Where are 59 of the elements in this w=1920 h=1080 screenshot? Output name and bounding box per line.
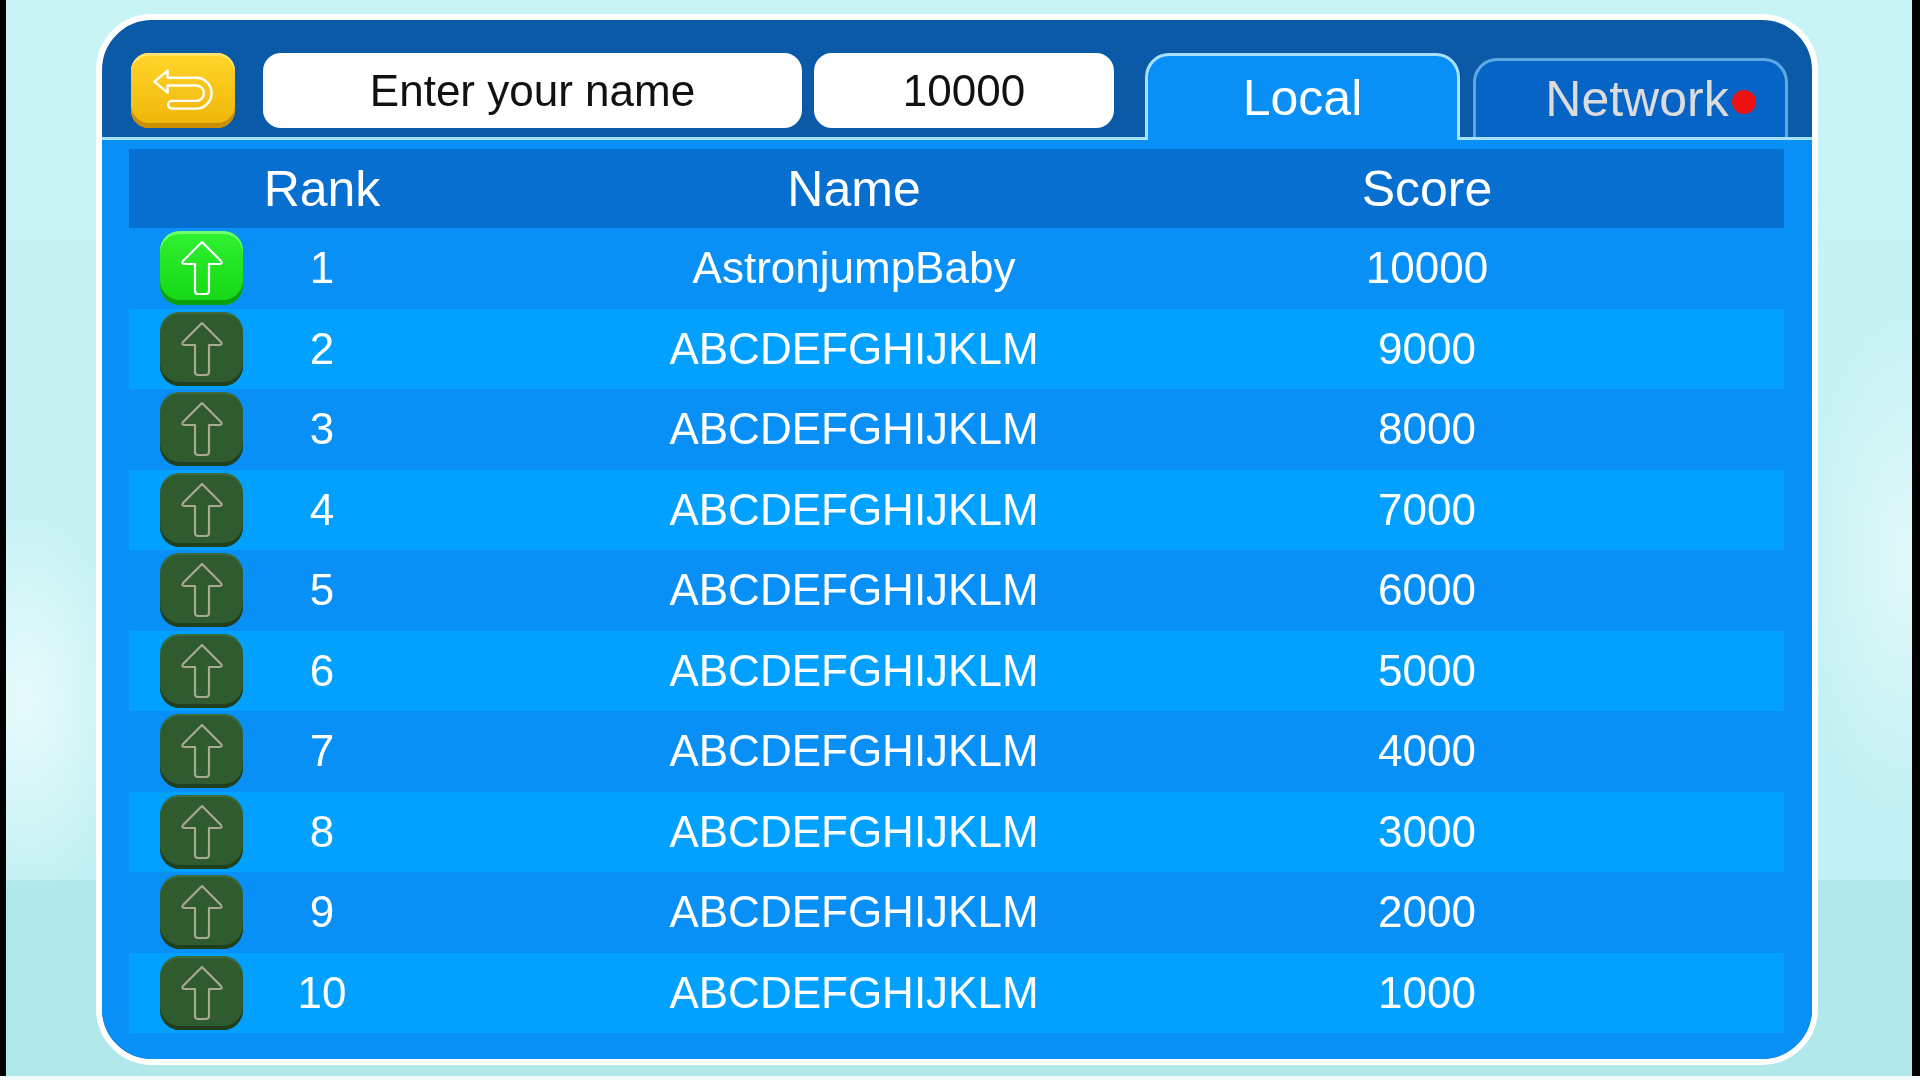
up-arrow-button[interactable] [160,472,243,547]
score-value: 10000 [1365,243,1489,294]
up-arrow-button[interactable] [160,633,243,708]
up-arrow-icon [179,562,224,619]
player-name: ABCDEFGHIJKLM [669,645,1039,696]
player-name: ABCDEFGHIJKLM [669,967,1039,1018]
column-header: Name [787,159,921,218]
up-arrow-icon [179,803,224,860]
up-arrow-icon [179,240,224,297]
player-name: ABCDEFGHIJKLM [669,323,1039,374]
player-name: ABCDEFGHIJKLM [669,565,1039,616]
rank-number: 5 [309,565,335,616]
rank-number: 1 [309,243,335,294]
return-arrow-icon [150,68,216,113]
score-value: 3000 [1378,806,1476,857]
rank-number: 6 [309,645,335,696]
player-name: AstronjumpBaby [692,243,1016,294]
rank-number: 7 [309,726,335,777]
player-name: ABCDEFGHIJKLM [669,484,1039,535]
score-value: 9000 [1378,323,1476,374]
rank-number: 10 [297,967,347,1018]
rank-number: 8 [309,806,335,857]
tab[interactable]: Local [1145,53,1460,140]
score-value: 7000 [1378,484,1476,535]
rank-number: 9 [309,887,335,938]
player-name: ABCDEFGHIJKLM [669,806,1039,857]
column-header: Rank [263,159,381,218]
column-header: Score [1361,159,1493,218]
score-value: 8000 [1378,404,1476,455]
up-arrow-button[interactable] [160,875,243,950]
up-arrow-button[interactable] [160,794,243,869]
up-arrow-button[interactable] [160,714,243,789]
tab[interactable]: Network [1473,58,1788,137]
up-arrow-icon [179,884,224,941]
rank-number: 4 [309,484,335,535]
player-name: ABCDEFGHIJKLM [669,726,1039,777]
up-arrow-icon [179,401,224,458]
score-display: 10000 [814,53,1114,128]
up-arrow-icon [179,320,224,377]
up-arrow-button[interactable] [160,231,243,306]
score-value: 6000 [1378,565,1476,616]
score-value: 1000 [1378,967,1476,1018]
player-name: ABCDEFGHIJKLM [669,404,1039,455]
up-arrow-icon [179,964,224,1021]
up-arrow-icon [179,723,224,780]
player-name: ABCDEFGHIJKLM [669,887,1039,938]
up-arrow-icon [179,481,224,538]
score-value: 2000 [1378,887,1476,938]
up-arrow-button[interactable] [160,955,243,1030]
score-value: 5000 [1378,645,1476,696]
up-arrow-button[interactable] [160,392,243,467]
back-button[interactable] [131,53,235,128]
up-arrow-button[interactable] [160,311,243,386]
rank-number: 3 [309,404,335,455]
up-arrow-button[interactable] [160,553,243,628]
rank-number: 2 [309,323,335,374]
up-arrow-icon [179,642,224,699]
name-input[interactable]: Enter your name [263,53,802,128]
score-value: 4000 [1378,726,1476,777]
